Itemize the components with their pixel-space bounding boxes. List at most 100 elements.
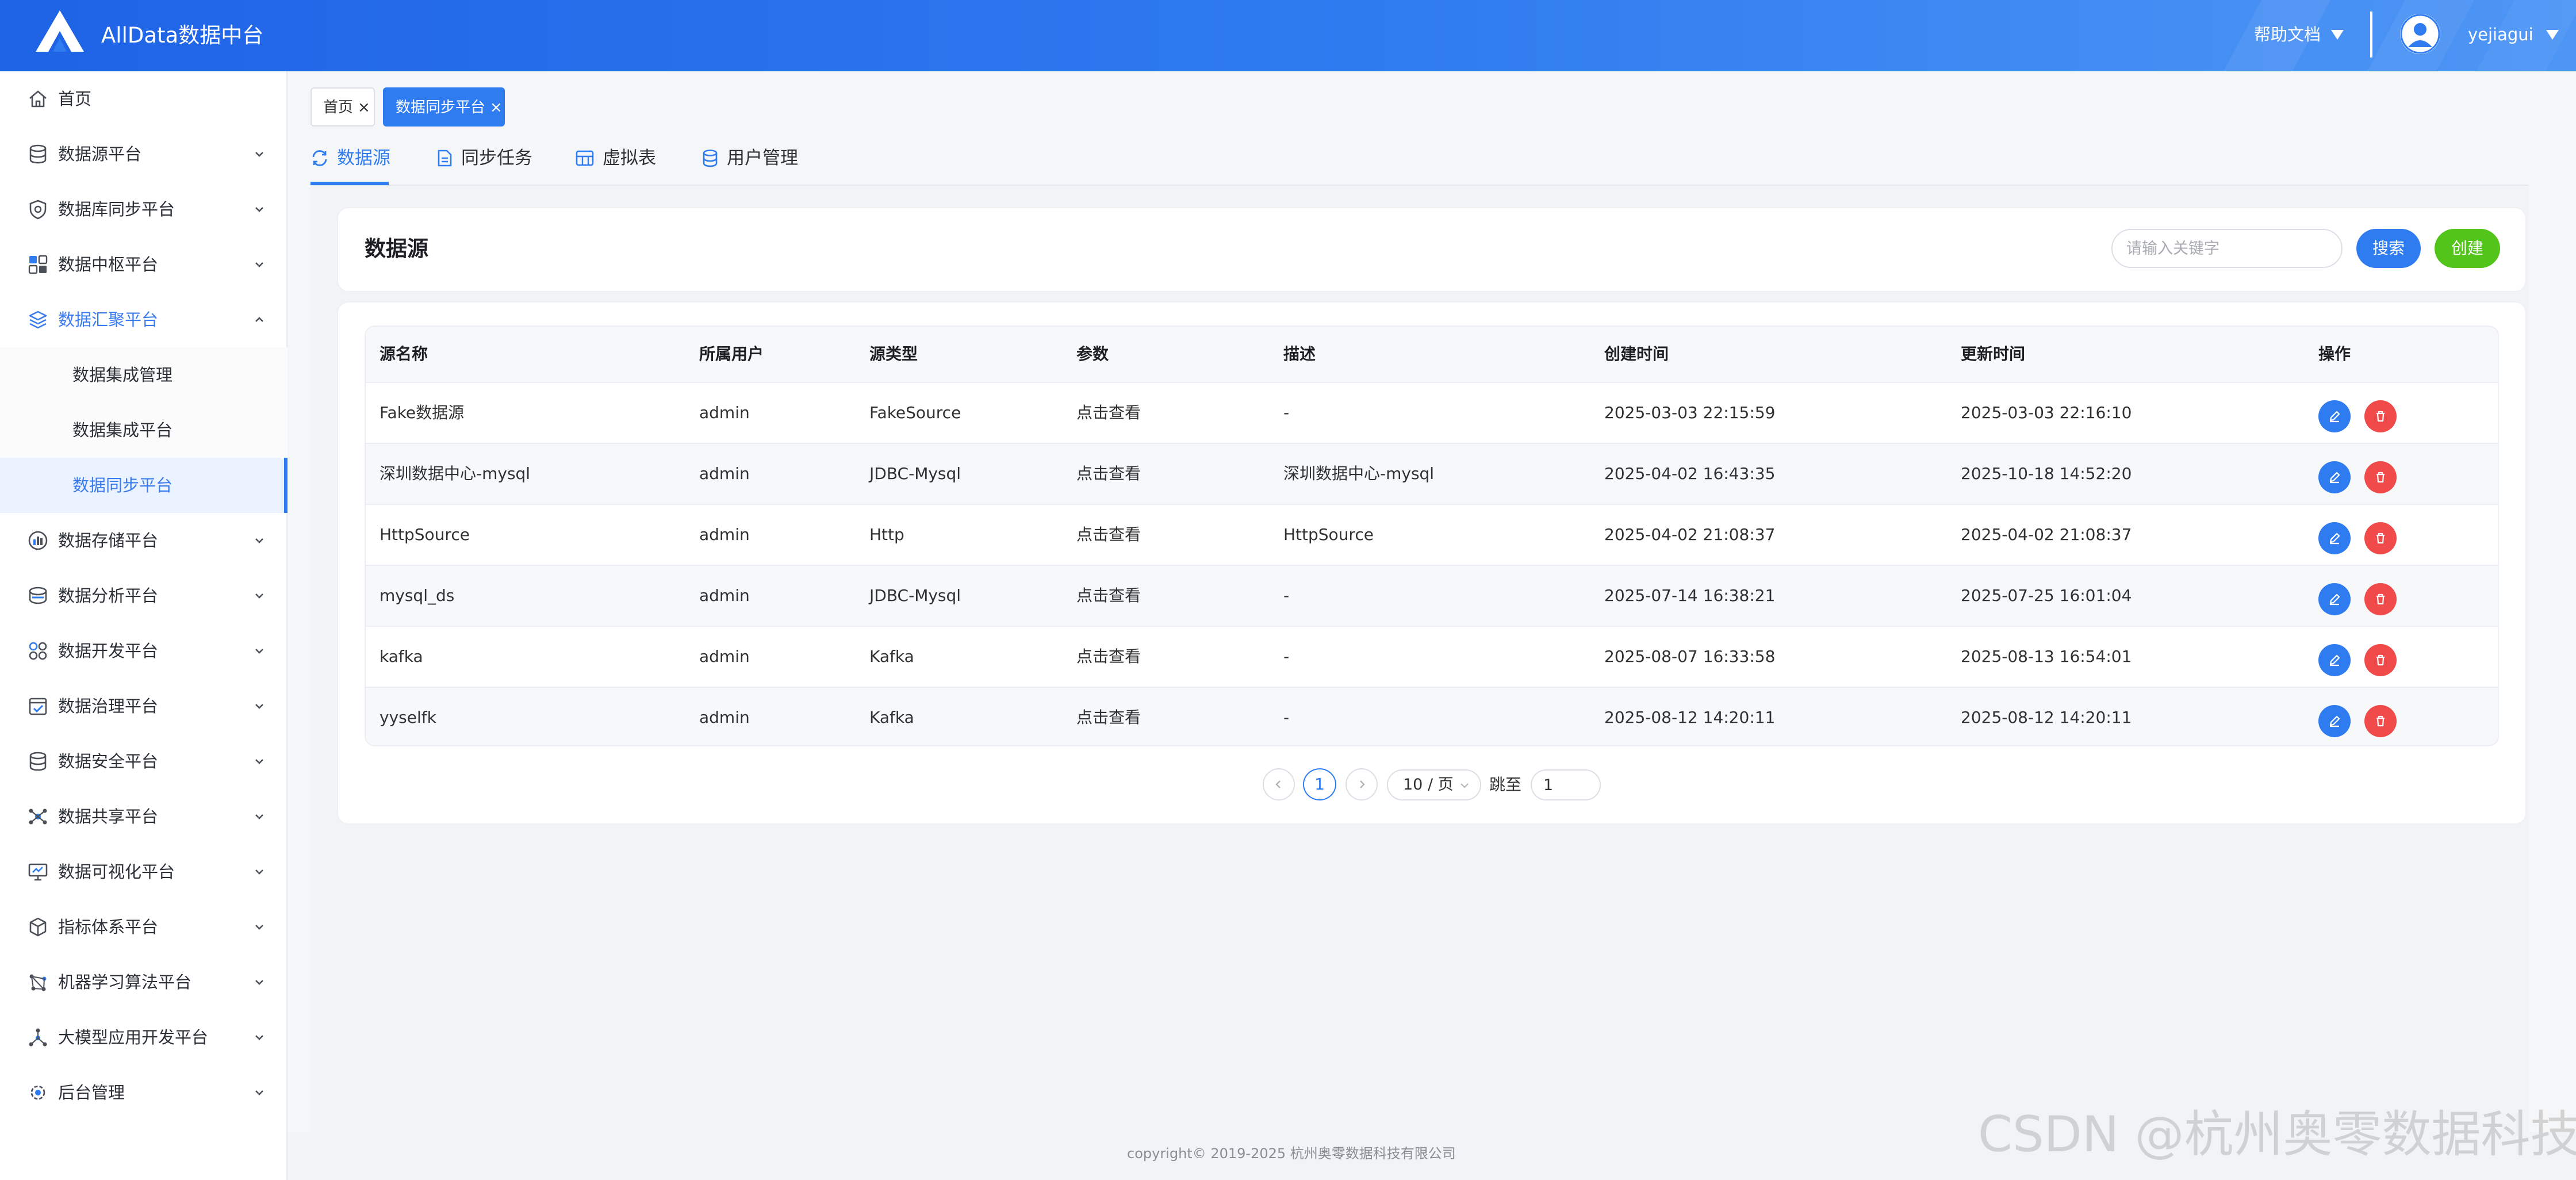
page-size-select[interactable]: 10 / 页	[1387, 769, 1481, 800]
sidebar-item-metrics-platform[interactable]: 指标体系平台	[0, 899, 288, 955]
trash-icon	[2376, 411, 2385, 422]
datasource-table: 源名称 所属用户 源类型 参数 描述 创建时间 更新时间 操作 Fake数据源 …	[365, 325, 2499, 746]
tab-datasource[interactable]: 数据源	[310, 144, 390, 173]
top-header: AllData数据中台 帮助文档 yejiagui	[0, 0, 2576, 71]
tab-label: 虚拟表	[603, 148, 656, 168]
sidebar-item-db-sync-platform[interactable]: 数据库同步平台	[0, 182, 288, 237]
sidebar-item-analysis-platform[interactable]: 数据分析平台	[0, 568, 288, 623]
tab-sync-tasks[interactable]: 同步任务	[436, 144, 532, 173]
cell-created: 2025-04-02 16:43:35	[1604, 464, 1776, 483]
edit-button[interactable]	[2318, 461, 2351, 493]
cell-user: admin	[699, 647, 750, 666]
delete-button[interactable]	[2364, 705, 2397, 737]
sidebar-item-hub-platform[interactable]: 数据中枢平台	[0, 237, 288, 292]
close-icon[interactable]: ×	[358, 99, 370, 116]
help-docs-menu[interactable]: 帮助文档	[2254, 23, 2344, 46]
edit-button[interactable]	[2318, 644, 2351, 676]
edit-button[interactable]	[2318, 400, 2351, 432]
view-params-link[interactable]: 点击查看	[1076, 566, 1141, 626]
cell-description: -	[1283, 586, 1290, 605]
refresh-icon	[310, 149, 329, 167]
search-input[interactable]	[2111, 229, 2343, 268]
delete-button[interactable]	[2364, 461, 2397, 493]
cell-name: Fake数据源	[379, 403, 465, 422]
cell-created: 2025-03-03 22:15:59	[1604, 403, 1776, 422]
next-page-button[interactable]	[1346, 768, 1378, 800]
analysis-icon	[28, 585, 48, 606]
view-params-link[interactable]: 点击查看	[1076, 505, 1141, 565]
column-header-params: 参数	[1076, 344, 1109, 363]
chevron-down-icon	[253, 866, 266, 878]
sidebar-item-home[interactable]: 首页	[0, 71, 288, 127]
sidebar-item-datasource-platform[interactable]: 数据源平台	[0, 127, 288, 182]
sidebar-item-admin[interactable]: 后台管理	[0, 1065, 288, 1120]
sidebar-subitem-sync-platform[interactable]: 数据同步平台	[0, 458, 288, 513]
chevron-down-icon	[253, 590, 266, 602]
sidebar-item-visualization-platform[interactable]: 数据可视化平台	[0, 844, 288, 899]
chevron-up-icon	[253, 314, 266, 325]
tab-label: 数据源	[337, 148, 390, 168]
view-params-link[interactable]: 点击查看	[1076, 627, 1141, 687]
jump-page-input[interactable]	[1531, 769, 1601, 800]
cell-name: 深圳数据中心-mysql	[379, 464, 531, 483]
sidebar-item-ml-platform[interactable]: 机器学习算法平台	[0, 955, 288, 1010]
view-params-link[interactable]: 点击查看	[1076, 444, 1141, 504]
trash-icon	[2376, 654, 2385, 666]
edit-icon	[2329, 715, 2340, 727]
table-row: HttpSource admin Http 点击查看 HttpSource 20…	[366, 504, 2498, 565]
column-header-updated: 更新时间	[1961, 344, 2026, 363]
sidebar-subitem-integration-management[interactable]: 数据集成管理	[0, 347, 288, 403]
close-icon[interactable]: ×	[490, 99, 503, 116]
cell-updated: 2025-07-25 16:01:04	[1961, 586, 2132, 605]
header-divider	[2370, 12, 2372, 58]
chevron-down-icon	[253, 811, 266, 822]
sidebar-subitem-integration-platform[interactable]: 数据集成平台	[0, 403, 288, 458]
tag-sync-platform[interactable]: 数据同步平台 ×	[383, 87, 505, 127]
sidebar-item-security-platform[interactable]: 数据安全平台	[0, 734, 288, 789]
tab-user-management[interactable]: 用户管理	[702, 144, 798, 173]
search-button[interactable]: 搜索	[2356, 229, 2421, 268]
user-menu[interactable]: yejiagui	[2468, 23, 2559, 46]
table-icon	[575, 149, 595, 167]
cell-user: admin	[699, 525, 750, 544]
sidebar-item-share-platform[interactable]: 数据共享平台	[0, 789, 288, 844]
sidebar-item-label: 数据开发平台	[58, 641, 159, 661]
sidebar-item-aggregation-platform[interactable]: 数据汇聚平台	[0, 292, 288, 347]
sidebar-item-label: 数据共享平台	[58, 807, 159, 826]
sidebar-item-label: 指标体系平台	[58, 917, 159, 937]
edit-button[interactable]	[2318, 705, 2351, 737]
sidebar-item-llm-platform[interactable]: 大模型应用开发平台	[0, 1010, 288, 1065]
tag-label: 数据同步平台	[396, 99, 486, 116]
delete-button[interactable]	[2364, 583, 2397, 615]
prev-page-button[interactable]	[1263, 768, 1295, 800]
edit-icon	[2329, 411, 2340, 423]
delete-button[interactable]	[2364, 400, 2397, 432]
edit-button[interactable]	[2318, 583, 2351, 615]
create-button[interactable]: 创建	[2435, 229, 2500, 268]
sidebar-item-label: 数据安全平台	[58, 752, 159, 771]
alldata-logo-icon[interactable]	[33, 8, 86, 54]
edit-button[interactable]	[2318, 522, 2351, 554]
view-params-link[interactable]: 点击查看	[1076, 688, 1141, 745]
sidebar-item-governance-platform[interactable]: 数据治理平台	[0, 679, 288, 734]
delete-button[interactable]	[2364, 644, 2397, 676]
sidebar-item-storage-platform[interactable]: 数据存储平台	[0, 513, 288, 568]
jump-label: 跳至	[1489, 775, 1522, 794]
view-params-link[interactable]: 点击查看	[1076, 383, 1141, 443]
page-number-current[interactable]: 1	[1303, 768, 1336, 800]
cell-type: Kafka	[869, 647, 914, 666]
cell-created: 2025-08-07 16:33:58	[1604, 647, 1776, 666]
avatar[interactable]	[2400, 14, 2440, 54]
sidebar-item-dev-platform[interactable]: 数据开发平台	[0, 623, 288, 679]
shield-sync-icon	[28, 199, 48, 220]
tag-home[interactable]: 首页 ×	[310, 87, 375, 127]
column-header-name: 源名称	[379, 344, 428, 363]
security-db-icon	[28, 751, 48, 772]
sidebar-item-label: 数据治理平台	[58, 696, 159, 716]
llm-icon	[28, 1027, 48, 1048]
delete-button[interactable]	[2364, 522, 2397, 554]
tab-virtual-tables[interactable]: 虚拟表	[575, 144, 656, 173]
chevron-down-icon	[253, 148, 266, 160]
copyright-text: copyright© 2019-2025 杭州奥零数据科技有限公司	[1127, 1145, 1456, 1162]
sidebar: 首页 数据源平台 数据库同步平台 数据中枢平台 数据汇聚平台 数据集成管理 数据…	[0, 71, 288, 1180]
